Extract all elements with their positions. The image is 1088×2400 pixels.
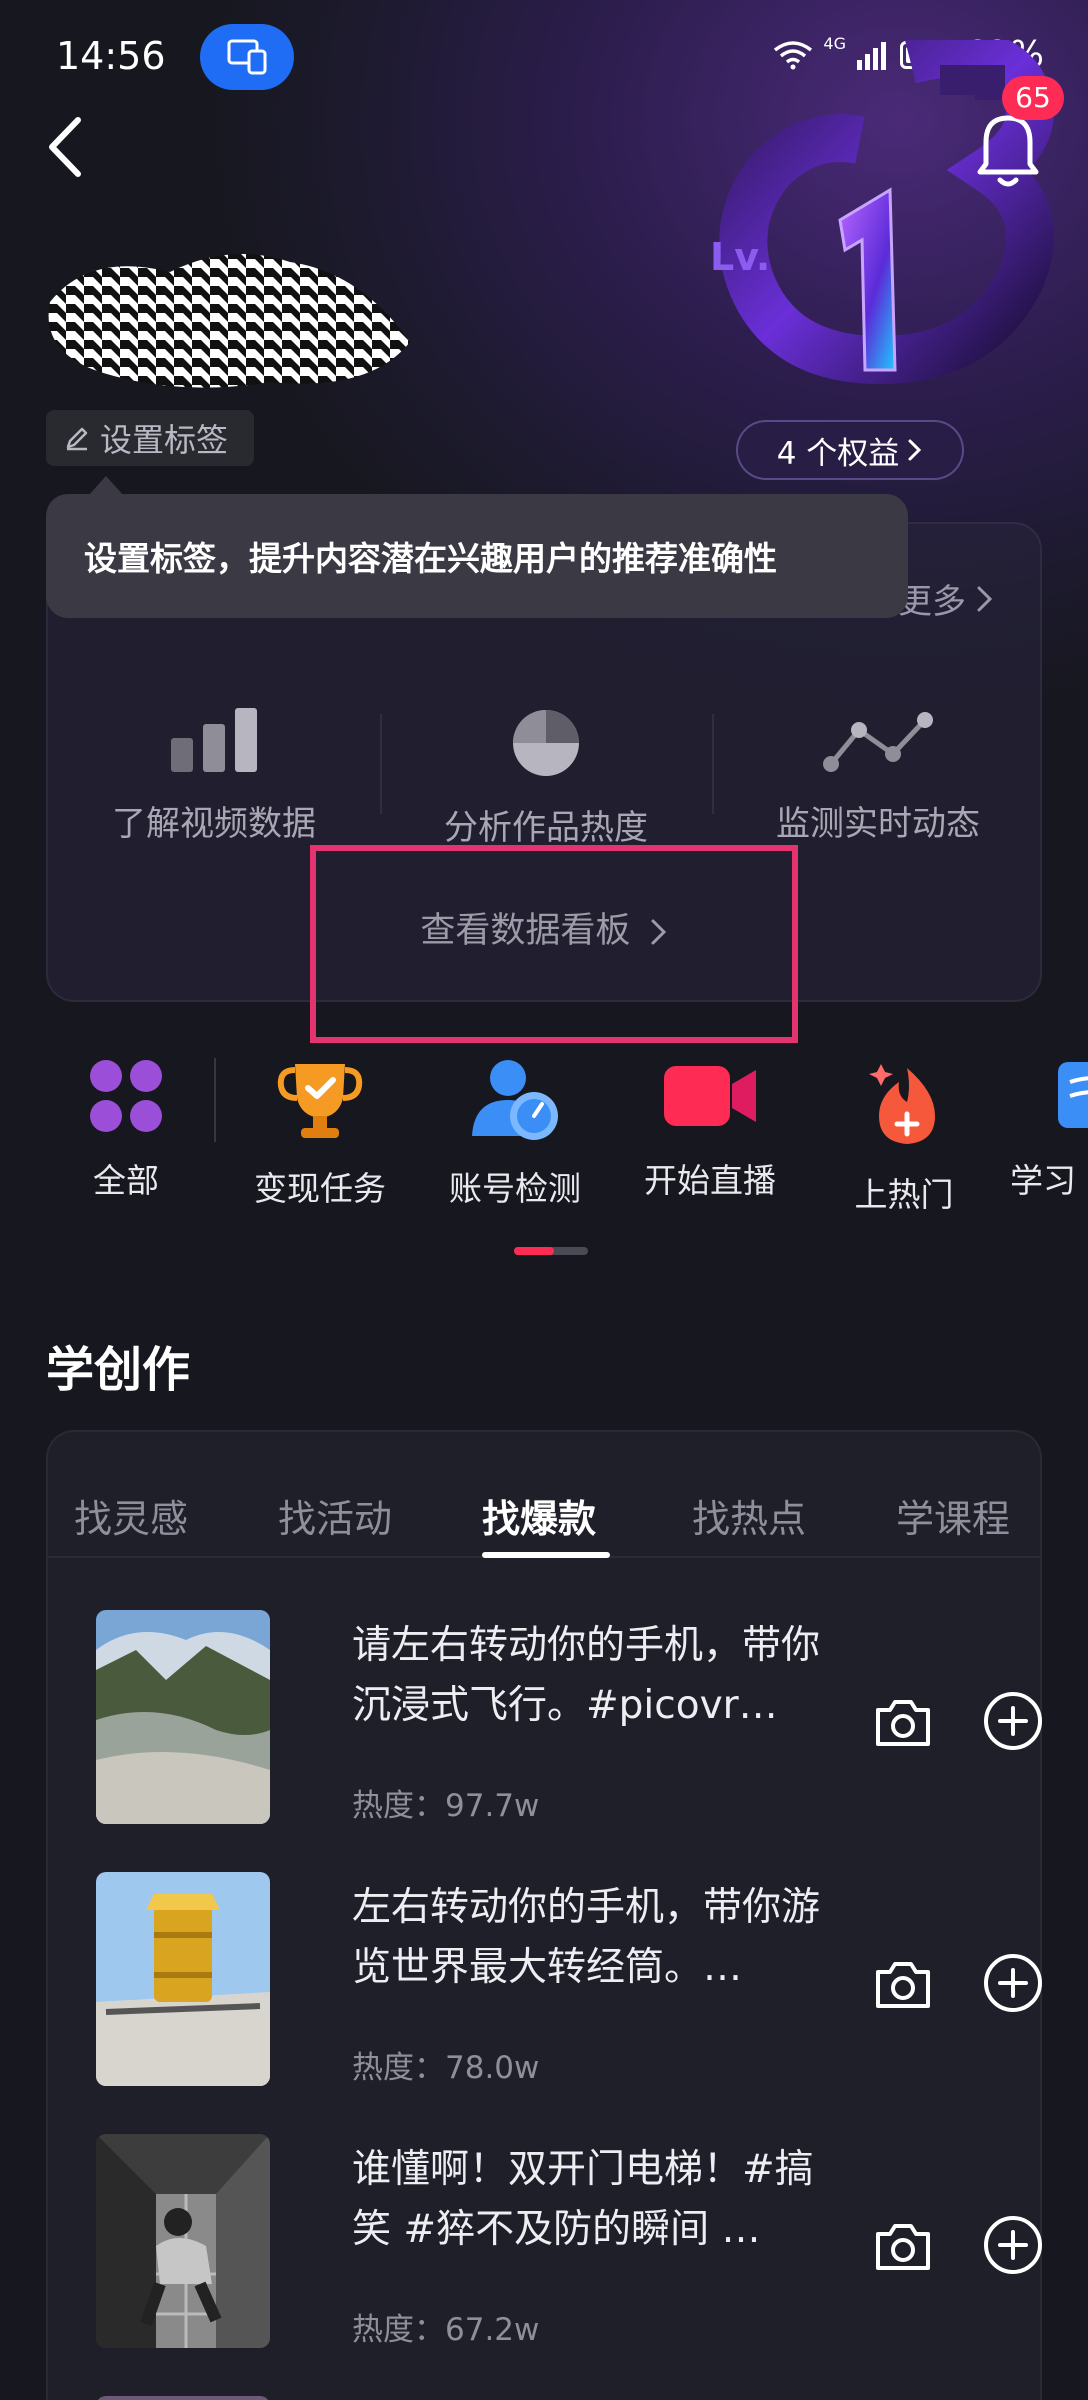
trophy-icon	[277, 1064, 363, 1138]
set-tag-button[interactable]: 设置标签	[46, 410, 254, 466]
feature-label: 了解视频数据	[112, 804, 316, 844]
shortcut-monetize-tasks[interactable]: 变现任务	[230, 1058, 410, 1210]
highlight-annotation-box	[310, 845, 798, 1043]
scroll-thumb	[514, 1247, 554, 1255]
flame-plus-icon	[869, 1064, 935, 1144]
book-icon	[1058, 1062, 1088, 1128]
rights-label: 4 个权益	[776, 435, 900, 472]
chevron-right-icon	[908, 439, 922, 461]
shortcut-account-check[interactable]: 账号检测	[425, 1058, 605, 1210]
grid-dots-icon	[90, 1060, 162, 1132]
shortcut-all[interactable]: 全部	[36, 1058, 216, 1202]
tab-courses[interactable]: 学课程	[896, 1488, 1010, 1543]
camera-icon[interactable]	[872, 1954, 934, 2016]
feature-video-data[interactable]: 了解视频数据	[48, 708, 380, 845]
tooltip-text: 设置标签，提升内容潜在兴趣用户的推荐准确性	[84, 539, 777, 578]
add-circle-icon[interactable]	[982, 2214, 1044, 2276]
tab-activities[interactable]: 找活动	[278, 1488, 392, 1543]
shortcut-label: 账号检测	[449, 1169, 581, 1208]
rights-button[interactable]: 4 个权益	[736, 420, 964, 480]
line-trend-icon	[823, 712, 933, 772]
shortcut-scroll-indicator	[514, 1247, 588, 1255]
shortcut-label: 开始直播	[644, 1161, 776, 1200]
video-thumbnail-partial	[96, 2396, 270, 2400]
redacted-username	[48, 254, 411, 388]
section-title: 学创作	[46, 1342, 191, 1398]
learn-create-card: 找灵感 找活动 找爆款 找热点 学课程 请左右转动你的手机，带你沉浸式飞行。#p…	[46, 1430, 1042, 2400]
notification-count-badge: 65	[1002, 76, 1064, 120]
pencil-icon	[66, 427, 88, 451]
screen-cast-icon	[227, 39, 267, 75]
screen-cast-pill[interactable]	[200, 24, 294, 90]
shortcut-learn[interactable]: 学习	[1010, 1058, 1088, 1202]
status-time: 14:56	[56, 34, 166, 78]
list-item[interactable]: 请左右转动你的手机，带你沉浸式飞行。#picovr… 热度：97.7w	[96, 1610, 1042, 1828]
shortcut-label: 全部	[93, 1161, 159, 1200]
tab-inspiration[interactable]: 找灵感	[74, 1488, 188, 1543]
tooltip-arrow	[88, 476, 124, 496]
add-circle-icon[interactable]	[982, 1690, 1044, 1752]
shortcut-divider	[214, 1058, 216, 1142]
video-camera-icon	[664, 1066, 756, 1126]
chevron-right-icon	[977, 586, 993, 611]
account-check-icon	[472, 1060, 558, 1140]
list-item[interactable]: 左右转动你的手机，带你游览世界最大转经筒。… 热度：78.0w	[96, 1872, 1042, 2090]
video-title: 谁懂啊！双开门电梯！#搞笑 #猝不及防的瞬间 …	[352, 2147, 814, 2252]
feature-label: 分析作品热度	[444, 808, 648, 848]
camera-icon[interactable]	[872, 2216, 934, 2278]
shortcut-label: 上热门	[854, 1175, 954, 1214]
feature-realtime-trend[interactable]: 监测实时动态	[712, 708, 1044, 845]
video-thumbnail	[96, 1610, 270, 1824]
pie-chart-icon	[513, 710, 579, 776]
camera-icon[interactable]	[872, 1692, 934, 1754]
video-thumbnail	[96, 2134, 270, 2348]
bar-chart-icon	[171, 708, 257, 772]
set-tag-label: 设置标签	[100, 421, 229, 459]
shortcut-hot[interactable]: 上热门	[814, 1058, 994, 1216]
tag-tooltip: 设置标签，提升内容潜在兴趣用户的推荐准确性	[46, 494, 908, 618]
feature-work-heat[interactable]: 分析作品热度	[380, 708, 712, 849]
shortcut-label: 变现任务	[254, 1169, 386, 1208]
add-circle-icon[interactable]	[982, 1952, 1044, 2014]
video-thumbnail	[96, 1872, 270, 2086]
active-tab-underline	[482, 1552, 610, 1558]
video-title: 请左右转动你的手机，带你沉浸式飞行。#picovr…	[352, 1623, 821, 1728]
shortcut-label: 学习	[1010, 1161, 1076, 1200]
shortcut-start-live[interactable]: 开始直播	[620, 1058, 800, 1202]
tab-hot-topics[interactable]: 找热点	[692, 1488, 806, 1543]
chevron-left-icon	[49, 117, 81, 177]
more-link[interactable]: 更多	[898, 574, 994, 623]
list-item[interactable]: 谁懂啊！双开门电梯！#搞笑 #猝不及防的瞬间 … 热度：67.2w	[96, 2134, 1042, 2352]
video-heat: 热度：67.2w	[352, 2312, 540, 2348]
level-prefix: Lv.	[710, 235, 770, 279]
video-title: 左右转动你的手机，带你游览世界最大转经筒。…	[352, 1885, 821, 1990]
feature-label: 监测实时动态	[776, 804, 980, 844]
more-label: 更多	[898, 582, 966, 622]
learn-tabs: 找灵感 找活动 找爆款 找热点 学课程	[48, 1432, 1040, 1558]
video-heat: 热度：97.7w	[352, 1788, 540, 1824]
tab-hits[interactable]: 找爆款	[482, 1488, 596, 1543]
back-button[interactable]	[40, 112, 96, 182]
video-heat: 热度：78.0w	[352, 2050, 540, 2086]
